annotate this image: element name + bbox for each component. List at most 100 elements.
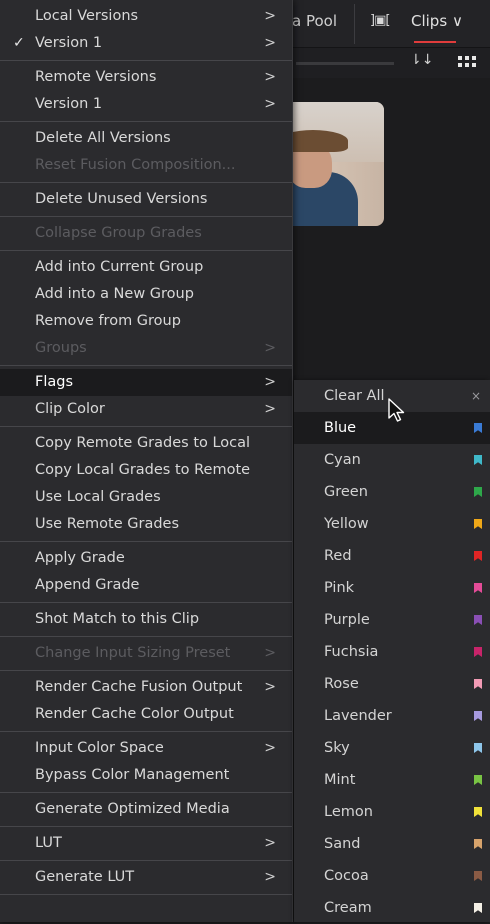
close-icon[interactable]: ×: [471, 380, 481, 412]
chevron-right-icon: >: [264, 401, 276, 417]
flag-label: Purple: [324, 612, 370, 628]
flag-label: Sky: [324, 740, 350, 756]
menu-item-label: Shot Match to this Clip: [35, 611, 200, 627]
flag-item-cyan[interactable]: Cyan: [294, 444, 490, 476]
menu-item-copy-local-grades-to-remote[interactable]: Copy Local Grades to Remote: [0, 457, 292, 484]
menu-item-change-input-sizing-preset: Change Input Sizing Preset >: [0, 640, 292, 667]
menu-item-add-into-a-new-group[interactable]: Add into a New Group: [0, 281, 292, 308]
chevron-right-icon: >: [264, 679, 276, 695]
menu-item-render-cache-fusion-output[interactable]: Render Cache Fusion Output >: [0, 674, 292, 701]
clear-all-label: Clear All: [324, 388, 385, 404]
menu-item-apply-grade[interactable]: Apply Grade: [0, 545, 292, 572]
menu-section: LUT >: [0, 827, 292, 861]
flag-item-pink[interactable]: Pink: [294, 572, 490, 604]
chevron-right-icon: >: [264, 374, 276, 390]
menu-item-label: Apply Grade: [35, 550, 125, 566]
menu-item-remove-from-group[interactable]: Remove from Group: [0, 308, 292, 335]
menu-item-label: Clip Color: [35, 401, 105, 417]
menu-item-version-1[interactable]: Version 1 >: [0, 91, 292, 118]
menu-item-label: Append Grade: [35, 577, 140, 593]
flag-icon: [474, 839, 482, 849]
viewer-toggle-icon[interactable]: ]▣[: [370, 13, 400, 33]
menu-section: Collapse Group Grades: [0, 217, 292, 251]
mouse-cursor-icon: [388, 398, 405, 422]
flag-item-rose[interactable]: Rose: [294, 668, 490, 700]
flag-item-purple[interactable]: Purple: [294, 604, 490, 636]
flag-item-fuchsia[interactable]: Fuchsia: [294, 636, 490, 668]
clips-dropdown[interactable]: Clips ∨: [411, 12, 463, 30]
chevron-right-icon: >: [264, 8, 276, 24]
menu-item-label: Copy Local Grades to Remote: [35, 462, 251, 478]
sort-icon[interactable]: ⇂↓: [410, 52, 433, 72]
flag-label: Rose: [324, 676, 359, 692]
menu-item-delete-all-versions[interactable]: Delete All Versions: [0, 125, 292, 152]
menu-item-label: Generate LUT: [35, 869, 135, 885]
flag-icon: [474, 807, 482, 817]
media-pool-tab[interactable]: a Pool: [292, 12, 337, 30]
menu-item-append-grade[interactable]: Append Grade: [0, 572, 292, 599]
flag-item-cocoa[interactable]: Cocoa: [294, 860, 490, 892]
menu-item-label: Version 1: [35, 96, 103, 112]
menu-section: Copy Remote Grades to Local Copy Local Gr…: [0, 427, 292, 542]
flag-icon: [474, 615, 482, 625]
menu-item-lut[interactable]: LUT >: [0, 830, 292, 857]
menu-item-render-cache-color-output[interactable]: Render Cache Color Output: [0, 701, 292, 728]
flag-item-lemon[interactable]: Lemon: [294, 796, 490, 828]
flag-icon: [474, 679, 482, 689]
menu-item-label: Use Local Grades: [35, 489, 161, 505]
flag-icon: [474, 711, 482, 721]
menu-section: Shot Match to this Clip: [0, 603, 292, 637]
menu-section: Generate LUT >: [0, 861, 292, 895]
menu-item-label: Collapse Group Grades: [35, 225, 202, 241]
flag-icon: [474, 647, 482, 657]
flag-icon: [474, 455, 482, 465]
flag-item-green[interactable]: Green: [294, 476, 490, 508]
flag-item-yellow[interactable]: Yellow: [294, 508, 490, 540]
flag-label: Cream: [324, 900, 372, 916]
flag-item-red[interactable]: Red: [294, 540, 490, 572]
menu-item-version-1[interactable]: ✓ Version 1 >: [0, 30, 292, 57]
menu-item-label: Local Versions: [35, 8, 139, 24]
grid-view-icon[interactable]: [458, 54, 478, 70]
chevron-right-icon: >: [264, 96, 276, 112]
flag-icon: [474, 519, 482, 529]
flag-icon: [474, 903, 482, 913]
menu-item-label: Render Cache Color Output: [35, 706, 234, 722]
menu-item-label: Version 1: [35, 35, 103, 51]
menu-section: Remote Versions > Version 1 >: [0, 61, 292, 122]
menu-item-use-remote-grades[interactable]: Use Remote Grades: [0, 511, 292, 538]
flag-label: Cyan: [324, 452, 361, 468]
menu-item-copy-remote-grades-to-local[interactable]: Copy Remote Grades to Local: [0, 430, 292, 457]
menu-item-local-versions[interactable]: Local Versions >: [0, 3, 292, 30]
menu-item-remote-versions[interactable]: Remote Versions >: [0, 64, 292, 91]
flag-list: Blue Cyan Green Yellow Red Pink Purple Fuchsia R…: [294, 412, 490, 924]
menu-item-delete-unused-versions[interactable]: Delete Unused Versions: [0, 186, 292, 213]
menu-item-label: Flags: [35, 374, 74, 390]
flag-icon: [474, 743, 482, 753]
flag-item-lavender[interactable]: Lavender: [294, 700, 490, 732]
flag-icon: [474, 871, 482, 881]
menu-item-label: Bypass Color Management: [35, 767, 230, 783]
flag-label: Sand: [324, 836, 361, 852]
menu-item-bypass-color-management[interactable]: Bypass Color Management: [0, 762, 292, 789]
menu-item-label: Reset Fusion Composition...: [35, 157, 236, 173]
menu-item-shot-match-to-this-clip[interactable]: Shot Match to this Clip: [0, 606, 292, 633]
menu-item-generate-optimized-media[interactable]: Generate Optimized Media: [0, 796, 292, 823]
menu-item-flags[interactable]: Flags >: [0, 369, 292, 396]
flag-item-sand[interactable]: Sand: [294, 828, 490, 860]
zoom-slider[interactable]: [296, 62, 394, 65]
menu-item-clip-color[interactable]: Clip Color >: [0, 396, 292, 423]
flag-item-sky[interactable]: Sky: [294, 732, 490, 764]
flag-item-cream[interactable]: Cream: [294, 892, 490, 924]
menu-item-input-color-space[interactable]: Input Color Space >: [0, 735, 292, 762]
clip-thumbnail[interactable]: [278, 102, 384, 226]
menu-item-add-into-current-group[interactable]: Add into Current Group: [0, 254, 292, 281]
menu-item-use-local-grades[interactable]: Use Local Grades: [0, 484, 292, 511]
chevron-right-icon: >: [264, 340, 276, 356]
menu-item-label: Change Input Sizing Preset: [35, 645, 231, 661]
menu-section: Add into Current Group Add into a New Gro…: [0, 251, 292, 366]
menu-section: Delete All Versions Reset Fusion Composit…: [0, 122, 292, 183]
flag-item-mint[interactable]: Mint: [294, 764, 490, 796]
menu-item-label: LUT: [35, 835, 62, 851]
menu-item-generate-lut[interactable]: Generate LUT >: [0, 864, 292, 891]
